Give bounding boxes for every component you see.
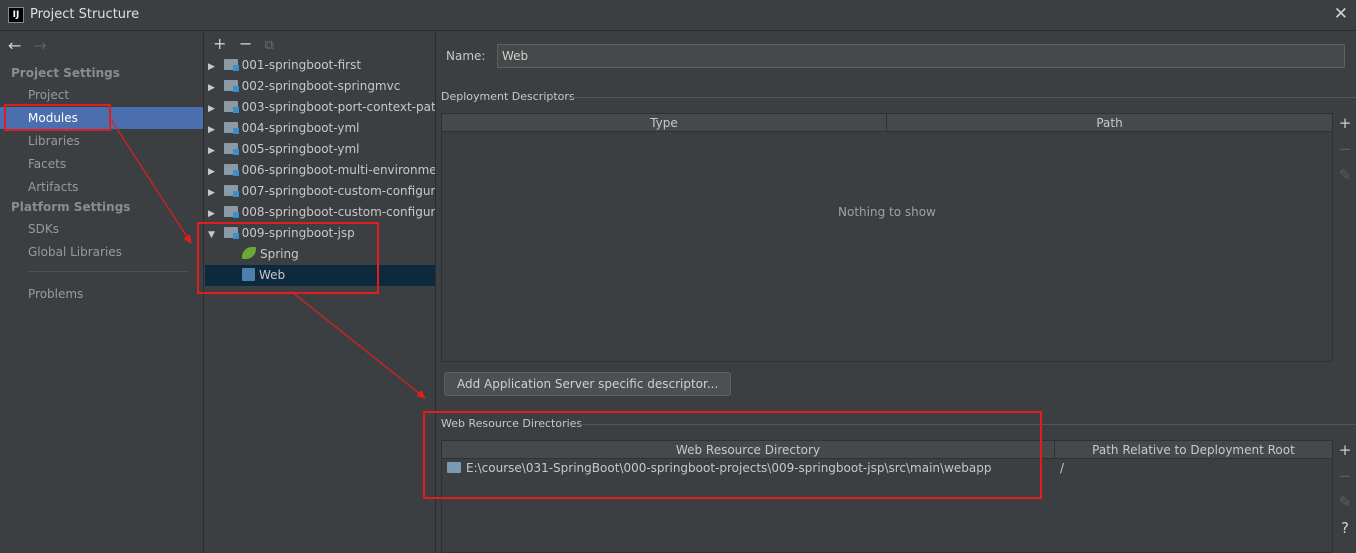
tree-item-facet-web[interactable]: Web [205,265,435,286]
expand-arrow-icon[interactable]: ▶ [208,204,216,225]
tree-item-module-expanded[interactable]: ▼ 009-springboot-jsp [205,223,435,246]
tree-item-label: 002-springboot-springmvc [241,79,401,93]
forward-arrow-icon[interactable]: → [33,36,46,55]
tree-item-label: 005-springboot-yml [241,142,360,156]
web-resource-directories-table: Web Resource Directory Path Relative to … [441,440,1333,553]
remove-icon[interactable]: − [1334,140,1356,166]
nav-divider [28,271,188,272]
tree-item-label: 003-springboot-port-context-path [241,100,436,114]
module-folder-icon [223,122,239,134]
module-folder-icon [223,80,239,92]
collapse-arrow-icon[interactable]: ▼ [208,225,216,246]
expand-arrow-icon[interactable]: ▶ [208,57,216,78]
tree-item-module[interactable]: ▶ 008-springboot-custom-configuration [205,202,436,225]
column-header-type[interactable]: Type [442,114,887,132]
deployment-descriptors-table: Type Path Nothing to show [441,113,1333,362]
web-resource-toolbar: + − ✎ ? [1334,441,1356,545]
intellij-logo-icon: IJ [8,7,24,23]
tree-item-label: Web [259,268,286,282]
nav-item-problems[interactable]: Problems [0,283,203,305]
tree-item-facet-spring[interactable]: Spring [205,244,435,265]
nav-item-global-libraries[interactable]: Global Libraries [0,241,203,263]
empty-table-message: Nothing to show [838,205,936,219]
tree-item-module[interactable]: ▶ 006-springboot-multi-environment [205,160,436,183]
module-folder-icon [223,206,239,218]
nav-item-project[interactable]: Project [0,84,203,106]
module-folder-icon [223,59,239,71]
tree-item-label: 001-springboot-first [241,58,362,72]
expand-arrow-icon[interactable]: ▶ [208,99,216,120]
tree-item-label: 008-springboot-custom-configuration [241,205,436,219]
facet-detail-panel: Name: Deployment Descriptors Type Path N… [437,32,1356,553]
platform-settings-heading: Platform Settings [11,200,131,214]
title-bar: IJ Project Structure ✕ [0,0,1356,31]
tree-item-module[interactable]: ▶ 005-springboot-yml [205,139,435,162]
module-folder-icon [223,143,239,155]
remove-icon[interactable]: − [1334,467,1356,493]
deployment-path-cell[interactable]: / [1060,459,1064,477]
tree-item-label: 004-springboot-yml [241,121,360,135]
add-icon[interactable]: + [1334,114,1356,140]
group-divider [580,424,1356,425]
name-input[interactable] [497,44,1345,68]
tree-item-label: 006-springboot-multi-environment [241,163,436,177]
close-icon[interactable]: ✕ [1334,4,1348,24]
nav-item-artifacts[interactable]: Artifacts [0,176,203,198]
expand-arrow-icon[interactable]: ▶ [208,183,216,204]
tree-item-module[interactable]: ▶ 004-springboot-yml [205,118,435,141]
directory-path: E:\course\031-SpringBoot\000-springboot-… [466,461,992,475]
expand-arrow-icon[interactable]: ▶ [208,78,216,99]
settings-nav: ← → Project Settings Project Modules Lib… [0,32,204,553]
expand-arrow-icon[interactable]: ▶ [208,162,216,183]
back-arrow-icon[interactable]: ← [8,36,21,55]
nav-history: ← → [8,36,55,55]
column-header-web-resource-directory[interactable]: Web Resource Directory [442,441,1055,459]
tree-toolbar: + − ⧉ [213,34,287,53]
tree-item-module[interactable]: ▶ 003-springboot-port-context-path [205,97,436,120]
add-icon[interactable]: + [1334,441,1356,467]
descriptor-toolbar: + − ✎ [1334,114,1356,192]
copy-icon[interactable]: ⧉ [265,38,287,53]
web-resource-directory-cell[interactable]: E:\course\031-SpringBoot\000-springboot-… [447,459,992,477]
module-folder-icon [223,164,239,176]
tree-item-module[interactable]: ▶ 001-springboot-first [205,55,435,78]
add-server-descriptor-button[interactable]: Add Application Server specific descript… [444,372,732,396]
table-header: Type Path [442,114,1332,132]
spring-leaf-icon [242,247,256,259]
help-icon[interactable]: ? [1334,519,1356,545]
column-header-path-relative[interactable]: Path Relative to Deployment Root [1055,441,1332,459]
web-facet-icon [242,268,255,281]
deployment-descriptors-title: Deployment Descriptors [441,90,575,103]
web-directory-icon [447,462,461,473]
module-folder-icon [223,185,239,197]
table-header: Web Resource Directory Path Relative to … [442,441,1332,459]
web-resource-directories-title: Web Resource Directories [441,417,583,430]
tree-item-label: 009-springboot-jsp [241,226,355,240]
module-folder-icon [223,227,239,239]
expand-arrow-icon[interactable]: ▶ [208,141,216,162]
column-header-path[interactable]: Path [887,114,1332,132]
tree-item-module[interactable]: ▶ 002-springboot-springmvc [205,76,435,99]
project-settings-heading: Project Settings [11,66,120,80]
nav-item-libraries[interactable]: Libraries [0,130,203,152]
nav-item-sdks[interactable]: SDKs [0,218,203,240]
edit-icon[interactable]: ✎ [1334,493,1356,519]
module-tree: + − ⧉ ▶ 001-springboot-first ▶ 002-sprin… [205,32,436,553]
window-title: Project Structure [30,7,140,22]
nav-item-facets[interactable]: Facets [0,153,203,175]
name-label: Name: [446,49,486,63]
tree-item-label: Spring [260,247,299,261]
group-divider [569,97,1356,98]
nav-item-modules[interactable]: Modules [0,107,203,129]
tree-item-module[interactable]: ▶ 007-springboot-custom-configuration [205,181,436,204]
edit-icon[interactable]: ✎ [1334,166,1356,192]
remove-icon[interactable]: − [239,34,261,53]
add-icon[interactable]: + [213,34,235,53]
tree-item-label: 007-springboot-custom-configuration [241,184,436,198]
module-folder-icon [223,101,239,113]
expand-arrow-icon[interactable]: ▶ [208,120,216,141]
